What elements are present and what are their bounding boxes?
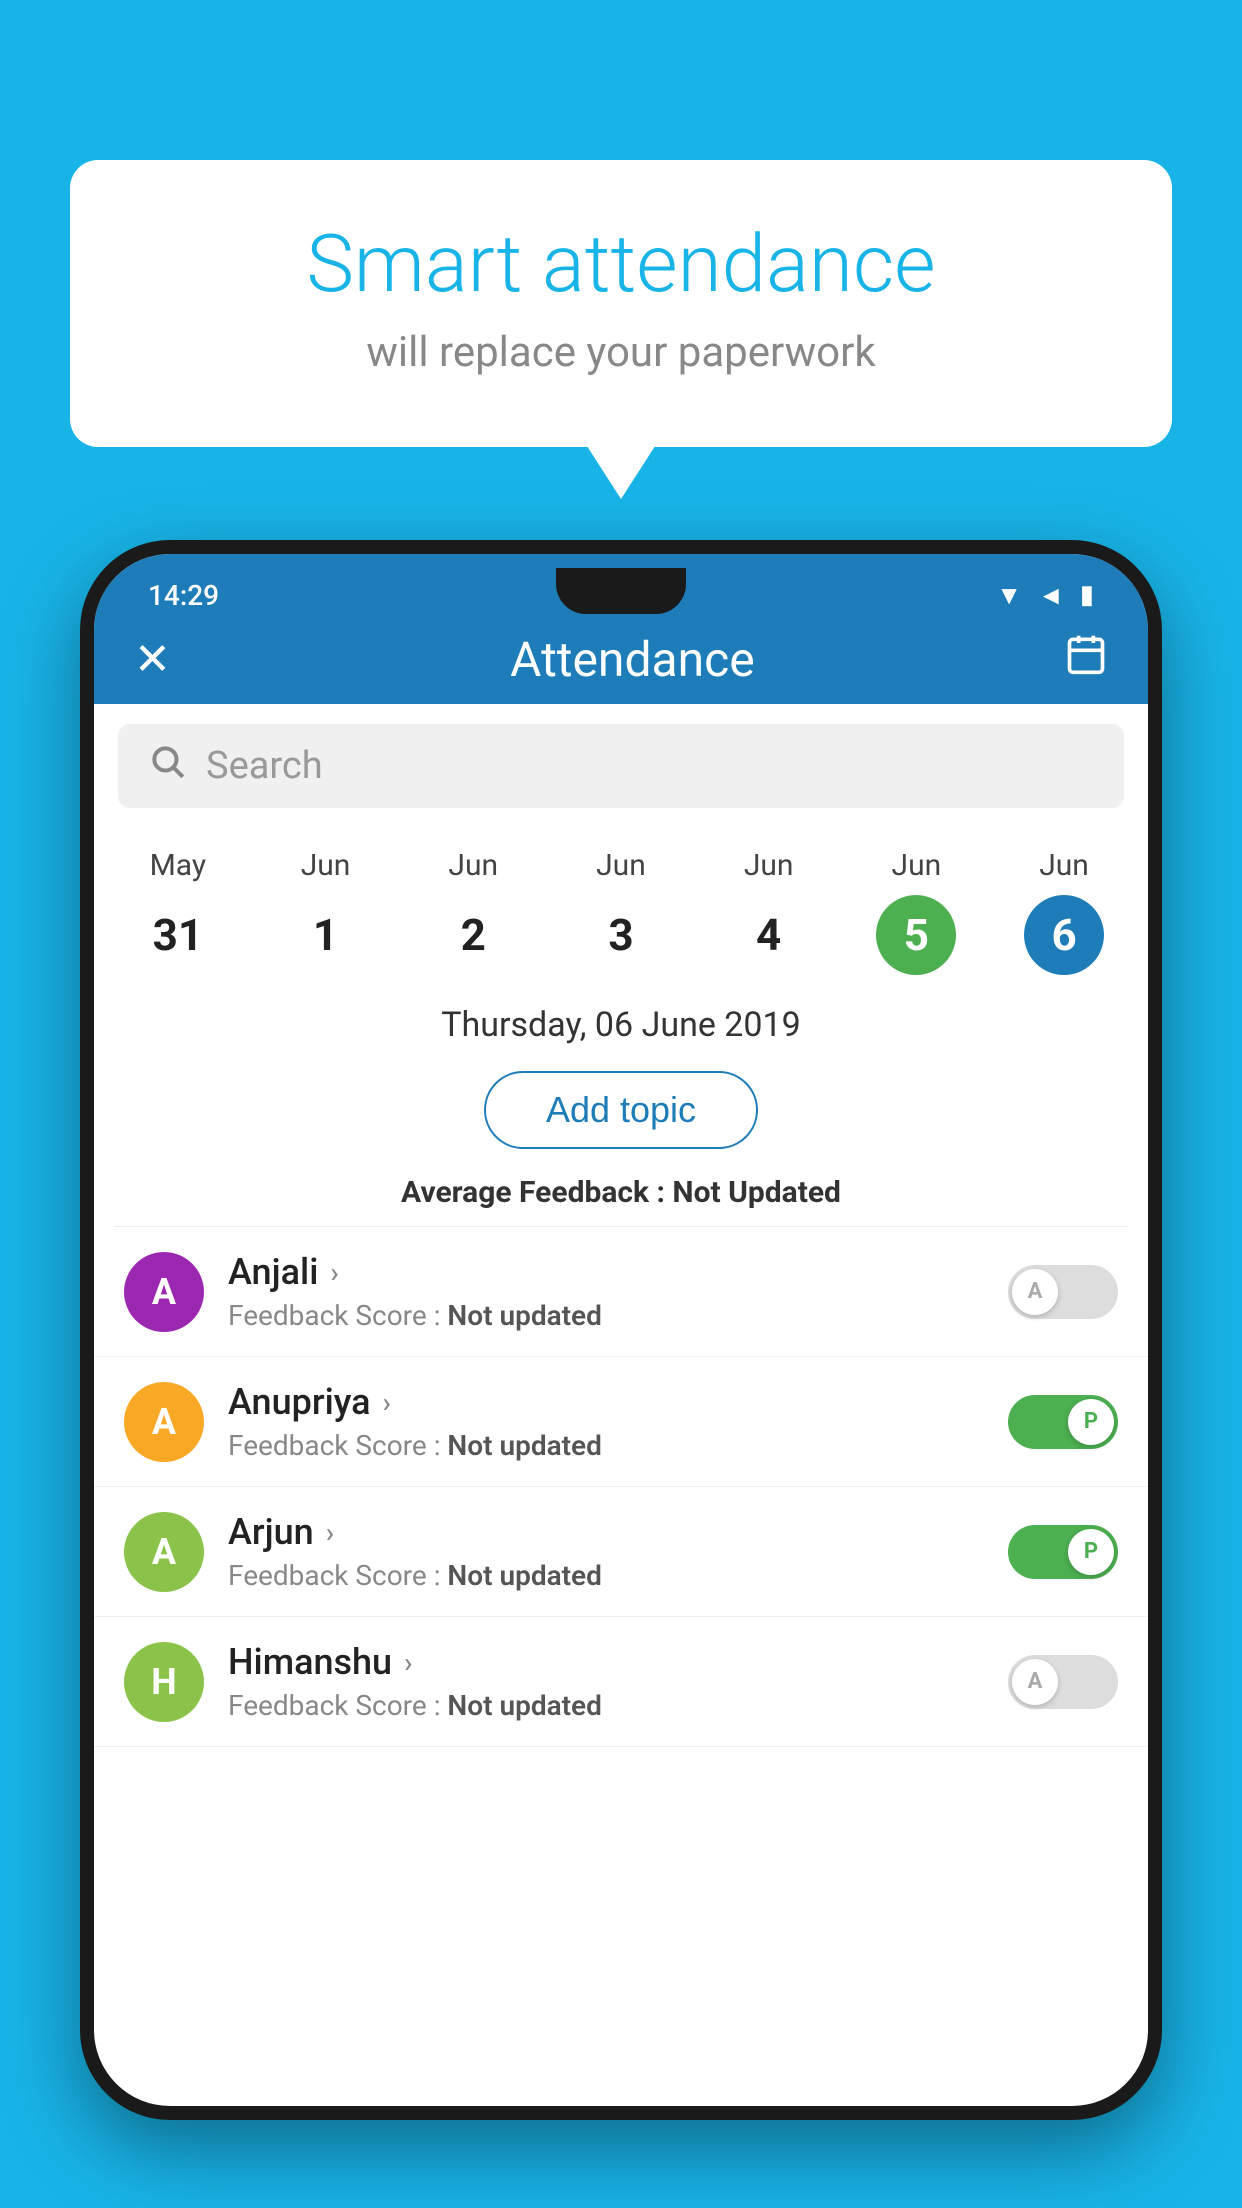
avatar-arjun: A: [124, 1512, 204, 1592]
search-bar[interactable]: Search: [118, 724, 1124, 808]
student-name-anupriya: Anupriya ›: [228, 1381, 1008, 1423]
student-info-anupriya: Anupriya › Feedback Score : Not updated: [228, 1381, 1008, 1462]
avg-feedback-prefix: Average Feedback :: [401, 1175, 672, 1210]
toggle-switch-arjun[interactable]: P: [1008, 1525, 1118, 1579]
feedback-anjali: Feedback Score : Not updated: [228, 1299, 1008, 1332]
selected-date-label: Thursday, 06 June 2019: [94, 985, 1148, 1055]
chevron-anjali: ›: [330, 1256, 338, 1289]
avatar-anupriya: A: [124, 1382, 204, 1462]
date-jun6[interactable]: Jun 6: [1024, 848, 1104, 975]
student-row-himanshu[interactable]: H Himanshu › Feedback Score : Not update…: [94, 1617, 1148, 1747]
calendar-icon[interactable]: [1064, 632, 1108, 686]
phone-screen: 14:29 ▼ ◄ ▮ ✕ Attendance: [94, 554, 1148, 2106]
wifi-icon: ▼: [996, 580, 1022, 611]
search-icon: [148, 742, 186, 790]
speech-bubble: Smart attendance will replace your paper…: [70, 160, 1172, 447]
toggle-anupriya[interactable]: P: [1008, 1395, 1118, 1449]
chevron-arjun: ›: [326, 1516, 334, 1549]
student-list: A Anjali › Feedback Score : Not updated …: [94, 1227, 1148, 1747]
student-name-anjali: Anjali ›: [228, 1251, 1008, 1293]
feedback-himanshu: Feedback Score : Not updated: [228, 1689, 1008, 1722]
student-name-arjun: Arjun ›: [228, 1511, 1008, 1553]
student-row-arjun[interactable]: A Arjun › Feedback Score : Not updated P: [94, 1487, 1148, 1617]
chevron-anupriya: ›: [383, 1386, 391, 1419]
feedback-anupriya: Feedback Score : Not updated: [228, 1429, 1008, 1462]
date-jun1[interactable]: Jun 1: [286, 848, 366, 975]
date-jun5[interactable]: Jun 5: [876, 848, 956, 975]
toggle-switch-anjali[interactable]: A: [1008, 1265, 1118, 1319]
add-topic-button[interactable]: Add topic: [484, 1071, 758, 1149]
date-jun4[interactable]: Jun 4: [729, 848, 809, 975]
battery-icon: ▮: [1080, 580, 1094, 610]
avatar-anjali: A: [124, 1252, 204, 1332]
student-info-himanshu: Himanshu › Feedback Score : Not updated: [228, 1641, 1008, 1722]
avatar-himanshu: H: [124, 1642, 204, 1722]
bubble-title: Smart attendance: [150, 220, 1092, 308]
toggle-switch-himanshu[interactable]: A: [1008, 1655, 1118, 1709]
student-info-anjali: Anjali › Feedback Score : Not updated: [228, 1251, 1008, 1332]
toggle-himanshu[interactable]: A: [1008, 1655, 1118, 1709]
speech-bubble-container: Smart attendance will replace your paper…: [70, 160, 1172, 447]
student-info-arjun: Arjun › Feedback Score : Not updated: [228, 1511, 1008, 1592]
student-row-anupriya[interactable]: A Anupriya › Feedback Score : Not update…: [94, 1357, 1148, 1487]
avg-feedback-value: Not Updated: [672, 1175, 841, 1210]
status-time: 14:29: [148, 579, 219, 612]
status-icons: ▼ ◄ ▮: [996, 580, 1094, 611]
toggle-anjali[interactable]: A: [1008, 1265, 1118, 1319]
close-button[interactable]: ✕: [134, 633, 171, 685]
date-jun3[interactable]: Jun 3: [581, 848, 661, 975]
chevron-himanshu: ›: [404, 1646, 412, 1679]
bubble-subtitle: will replace your paperwork: [150, 328, 1092, 377]
date-jun2[interactable]: Jun 2: [433, 848, 513, 975]
date-may31[interactable]: May 31: [138, 848, 218, 975]
search-input[interactable]: Search: [206, 744, 323, 788]
toggle-switch-anupriya[interactable]: P: [1008, 1395, 1118, 1449]
phone-container: 14:29 ▼ ◄ ▮ ✕ Attendance: [80, 540, 1162, 2208]
feedback-arjun: Feedback Score : Not updated: [228, 1559, 1008, 1592]
header-title: Attendance: [201, 631, 1064, 688]
student-name-himanshu: Himanshu ›: [228, 1641, 1008, 1683]
notch: [556, 568, 686, 614]
phone-frame: 14:29 ▼ ◄ ▮ ✕ Attendance: [80, 540, 1162, 2120]
student-row-anjali[interactable]: A Anjali › Feedback Score : Not updated …: [94, 1227, 1148, 1357]
calendar-strip: May 31 Jun 1 Jun 2 Jun 3 Jun 4: [94, 828, 1148, 985]
signal-icon: ◄: [1038, 580, 1064, 611]
toggle-arjun[interactable]: P: [1008, 1525, 1118, 1579]
avg-feedback: Average Feedback : Not Updated: [94, 1165, 1148, 1226]
